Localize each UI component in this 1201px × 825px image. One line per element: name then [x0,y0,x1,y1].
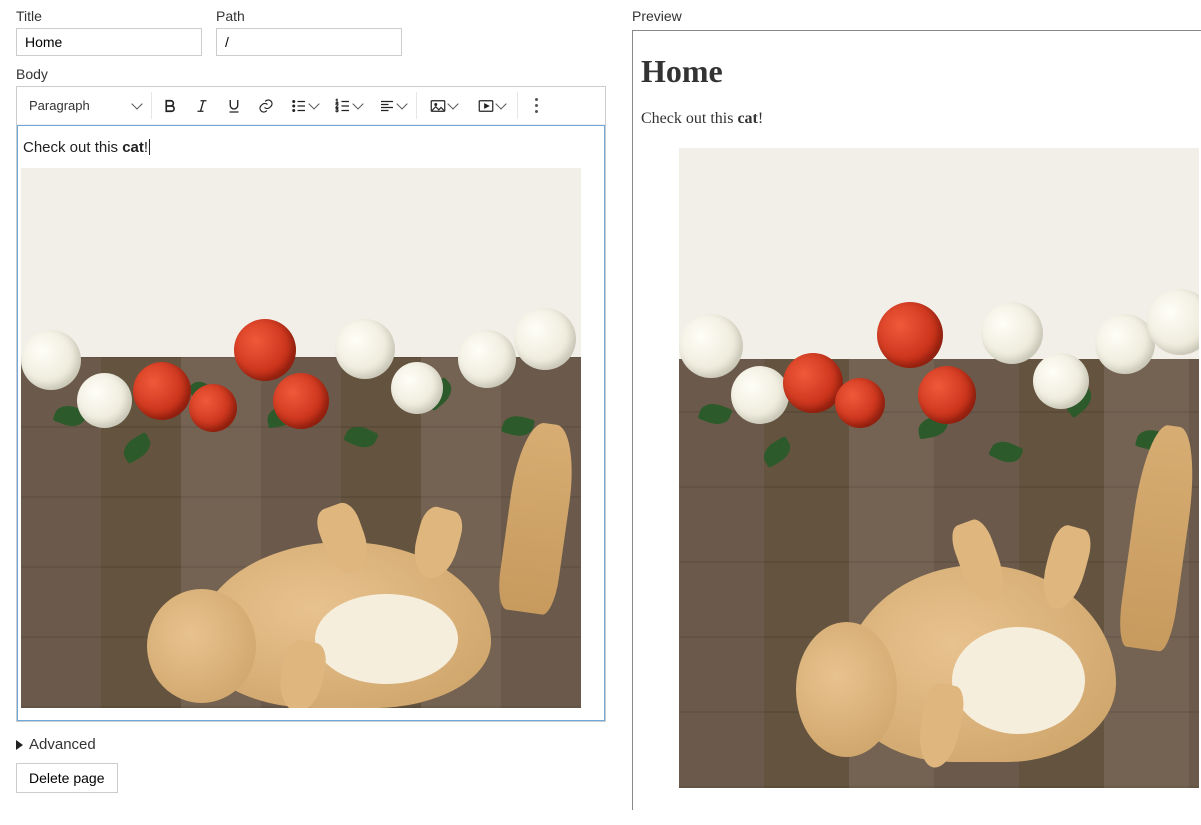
body-label: Body [16,66,608,82]
preview-text: Check out this cat! [641,110,1201,128]
path-input[interactable] [216,28,402,56]
chevron-down-icon [447,98,458,109]
numbered-list-button[interactable]: 123 [326,91,370,121]
preview-label: Preview [632,8,1201,24]
chevron-down-icon [495,98,506,109]
chevron-down-icon [396,98,407,109]
insert-media-button[interactable] [467,91,515,121]
svg-text:3: 3 [336,108,339,114]
bold-button[interactable] [154,91,186,121]
chevron-down-icon [352,98,363,109]
chevron-down-icon [308,98,319,109]
more-button[interactable] [520,91,552,121]
rich-text-editor: Paragraph [16,86,606,722]
chevron-down-icon [131,98,142,109]
preview-heading: Home [641,53,1201,90]
bullet-list-button[interactable] [282,91,326,121]
path-label: Path [216,8,402,24]
block-format-value: Paragraph [29,98,90,113]
editor-toolbar: Paragraph [17,87,605,125]
align-button[interactable] [370,91,414,121]
advanced-toggle[interactable]: Advanced [16,736,608,753]
italic-button[interactable] [186,91,218,121]
block-format-select[interactable]: Paragraph [21,91,149,121]
preview-frame: Home Check out this cat! [632,30,1201,810]
disclosure-triangle-icon [16,740,23,750]
link-button[interactable] [250,91,282,121]
cat-illustration [155,470,575,708]
insert-image-button[interactable] [419,91,467,121]
title-label: Title [16,8,202,24]
editor-content-area[interactable]: Check out this cat! [17,125,605,721]
underline-button[interactable] [218,91,250,121]
body-image[interactable] [21,168,581,708]
title-input[interactable] [16,28,202,56]
body-text-line[interactable]: Check out this cat! [21,139,595,156]
more-icon [535,98,538,113]
delete-page-button[interactable]: Delete page [16,763,118,793]
text-caret [149,139,150,155]
preview-image [679,148,1199,788]
